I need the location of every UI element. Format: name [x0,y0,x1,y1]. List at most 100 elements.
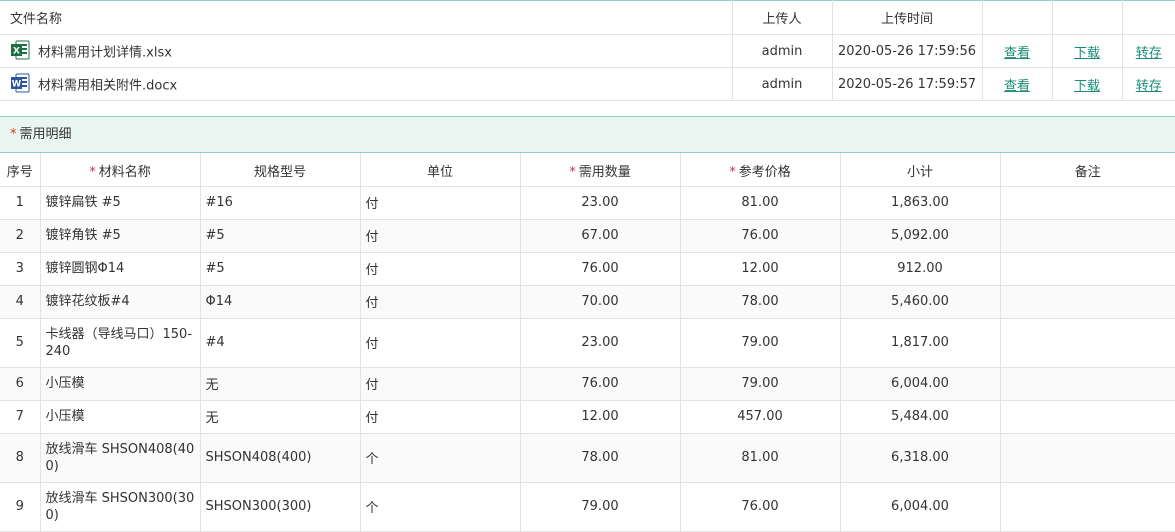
row-seq: 8 [0,433,41,483]
row-material-name: 卡线器（导线马口）150-240 [40,318,201,368]
row-price: 79.00 [680,367,841,401]
table-row: 5 卡线器（导线马口）150-240 #4 付 23.00 79.00 1,817.00 [0,318,1175,368]
row-unit: 付 [360,400,521,434]
header-uploader: 上传人 [732,0,833,35]
transfer-link[interactable]: 转存 [1136,46,1162,61]
row-spec: 无 [200,400,361,434]
file-name: 材料需用计划详情.xlsx [38,45,172,61]
row-spec: SHSON408(400) [200,433,361,483]
row-seq: 4 [0,285,41,319]
row-subtotal: 5,484.00 [840,400,1001,434]
row-price: 81.00 [680,186,841,220]
download-link[interactable]: 下载 [1074,79,1100,94]
row-spec: #5 [200,219,361,253]
row-remark [1000,367,1175,401]
row-subtotal: 5,460.00 [840,285,1001,319]
row-quantity: 12.00 [520,400,681,434]
row-seq: 1 [0,186,41,220]
row-quantity: 67.00 [520,219,681,253]
row-seq: 2 [0,219,41,253]
row-price: 12.00 [680,252,841,286]
view-link[interactable]: 查看 [1004,79,1030,94]
table-row: 3 镀锌圆钢Φ14 #5 付 76.00 12.00 912.00 [0,252,1175,286]
row-seq: 6 [0,367,41,401]
transfer-link[interactable]: 转存 [1136,79,1162,94]
row-material-name: 镀锌圆钢Φ14 [40,252,201,286]
row-quantity: 76.00 [520,252,681,286]
header-upload-time: 上传时间 [832,0,983,35]
attachment-row: X 材料需用计划详情.xlsx admin 2020-05-26 17:59:5… [0,34,1175,68]
file-name-cell: X 材料需用计划详情.xlsx [0,34,733,68]
row-material-name: 镀锌花纹板#4 [40,285,201,319]
required-mark: * [729,165,736,180]
row-remark [1000,219,1175,253]
section-title: 需用明细 [19,127,72,142]
row-price: 81.00 [680,433,841,483]
file-upload-time: 2020-05-26 17:59:57 [832,67,983,101]
row-remark [1000,400,1175,434]
header-price: * 参考价格 [680,153,841,187]
row-subtotal: 1,863.00 [840,186,1001,220]
row-remark [1000,252,1175,286]
file-name: 材料需用相关附件.docx [38,78,178,94]
row-unit: 付 [360,186,521,220]
row-unit: 付 [360,318,521,368]
row-price: 76.00 [680,219,841,253]
row-remark [1000,318,1175,368]
row-price: 79.00 [680,318,841,368]
detail-header-row: 序号 * 材料名称 规格型号 单位 * 需用数量 * 参考价格 小计 备注 [0,153,1175,187]
header-seq: 序号 [0,153,41,187]
required-mark: * [89,165,96,180]
row-material-name: 镀锌扁铁 #5 [40,186,201,220]
row-quantity: 23.00 [520,186,681,220]
file-name-cell: W 材料需用相关附件.docx [0,67,733,101]
row-price: 457.00 [680,400,841,434]
row-unit: 付 [360,367,521,401]
required-mark: * [569,165,576,180]
header-subtotal: 小计 [840,153,1001,187]
row-subtotal: 6,318.00 [840,433,1001,483]
row-quantity: 23.00 [520,318,681,368]
row-quantity: 76.00 [520,367,681,401]
row-spec: #4 [200,318,361,368]
row-spec: #5 [200,252,361,286]
header-quantity: * 需用数量 [520,153,681,187]
row-unit: 个 [360,433,521,483]
table-row: 8 放线滑车 SHSON408(400) SHSON408(400) 个 78.00 81… [0,433,1175,483]
row-material-name: 小压模 [40,367,201,401]
row-spec: Φ14 [200,285,361,319]
row-remark [1000,285,1175,319]
table-row: 7 小压模无付 12.00 457.00 5,484.00 [0,400,1175,434]
section-header: * 需用明细 [0,116,1175,153]
row-seq: 5 [0,318,41,368]
header-blank [1122,0,1175,35]
row-subtotal: 6,004.00 [840,367,1001,401]
view-link[interactable]: 查看 [1004,46,1030,61]
excel-file-icon: X [11,40,30,60]
file-upload-time: 2020-05-26 17:59:56 [832,34,983,68]
row-unit: 付 [360,252,521,286]
row-quantity: 70.00 [520,285,681,319]
detail-table: 序号 * 材料名称 规格型号 单位 * 需用数量 * 参考价格 小计 备注 1 镀锌扁铁… [0,153,1175,532]
header-blank [1052,0,1123,35]
row-unit: 付 [360,285,521,319]
table-row: 1 镀锌扁铁 #5 #16 付 23.00 81.00 1,863.00 [0,186,1175,220]
header-spec: 规格型号 [200,153,361,187]
file-uploader: admin [732,67,833,101]
row-material-name: 放线滑车 SHSON408(400) [40,433,201,483]
header-file-name: 文件名称 [0,0,733,35]
row-subtotal: 1,817.00 [840,318,1001,368]
table-row: 2 镀锌角铁 #5 #5 付 67.00 76.00 5,092.00 [0,219,1175,253]
row-spec: #16 [200,186,361,220]
header-remark: 备注 [1000,153,1175,187]
row-seq: 3 [0,252,41,286]
svg-text:X: X [13,47,20,57]
download-link[interactable]: 下载 [1074,46,1100,61]
header-blank [982,0,1053,35]
row-spec: 无 [200,367,361,401]
row-subtotal: 912.00 [840,252,1001,286]
svg-text:W: W [12,80,22,90]
row-material-name: 小压模 [40,400,201,434]
required-mark: * [10,127,17,142]
row-subtotal: 5,092.00 [840,219,1001,253]
